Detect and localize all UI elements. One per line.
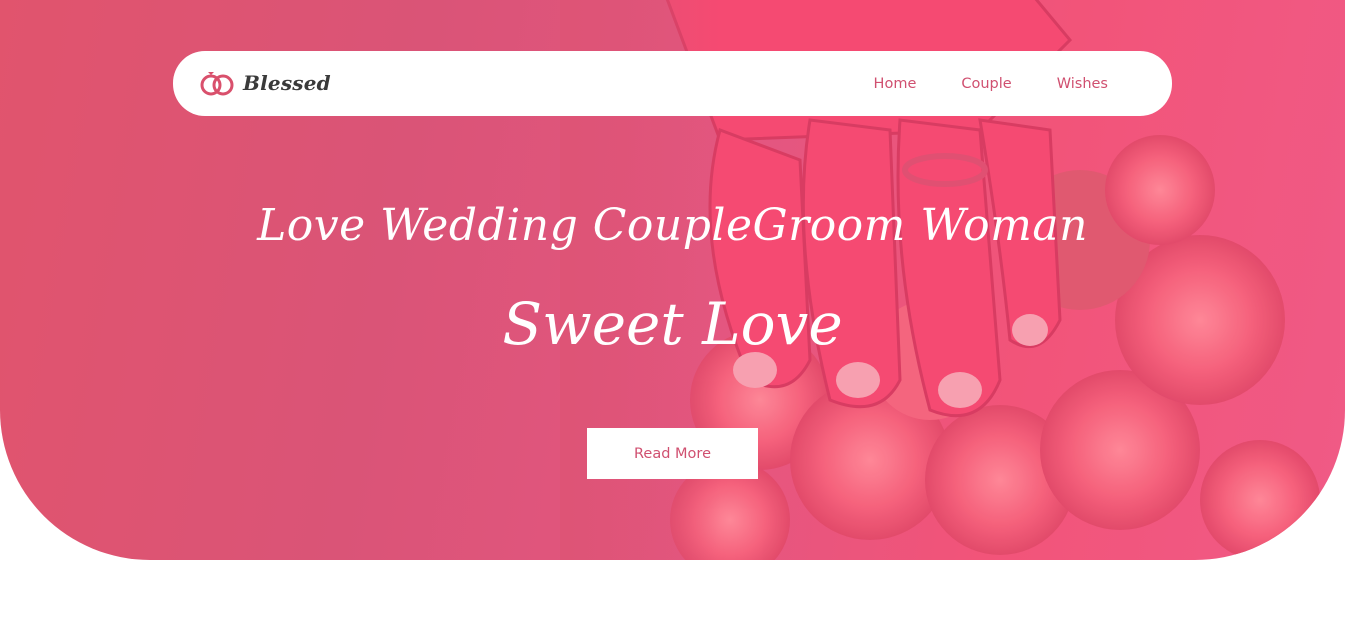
nav-link-wishes[interactable]: Wishes [1057, 76, 1108, 92]
brand-logo[interactable]: Blessed [199, 69, 331, 97]
nav-link-home[interactable]: Home [874, 76, 917, 92]
nav-link-couple[interactable]: Couple [961, 76, 1011, 92]
read-more-button[interactable]: Read More [587, 428, 758, 479]
hero-subtitle: Sweet Love [502, 290, 843, 358]
hero-title: Love Wedding CoupleGroom Woman [257, 200, 1088, 251]
nav-menu: Home Couple Wishes [874, 51, 1108, 116]
navbar: Blessed Home Couple Wishes [173, 51, 1172, 116]
brand-name: Blessed [243, 71, 331, 95]
wedding-rings-icon [200, 72, 234, 96]
